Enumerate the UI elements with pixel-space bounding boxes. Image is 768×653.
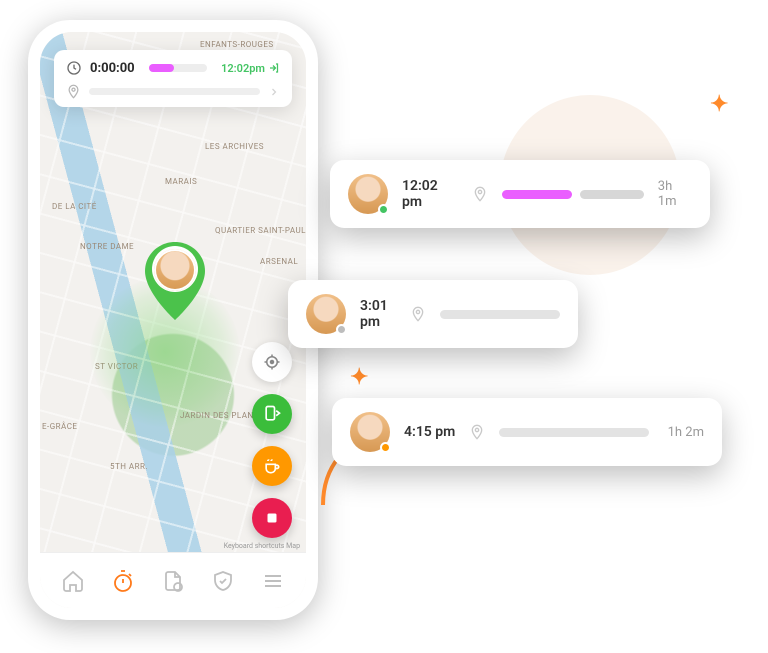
activity-segments (499, 428, 653, 437)
map-label: ARSENAL (260, 257, 298, 266)
map-attribution: Keyboard shortcuts Map (224, 542, 300, 550)
segment (502, 190, 572, 199)
bottom-nav (40, 552, 306, 608)
nav-menu[interactable] (261, 569, 285, 593)
phone-screen: ENFANTS-ROUGES LES ARCHIVES MARAIS QUART… (40, 32, 306, 608)
fab-column (252, 342, 292, 538)
decor-plus-icon: ✦ (350, 365, 368, 390)
segment (499, 428, 649, 437)
clock-in-time: 12:02pm (221, 62, 265, 75)
locate-button[interactable] (252, 342, 292, 382)
activity-segments (502, 190, 644, 199)
location-pin-icon (66, 84, 81, 99)
nav-home[interactable] (61, 569, 85, 593)
location-pin-icon (410, 306, 426, 322)
clock-icon (66, 60, 82, 76)
activity-time: 4:15 pm (404, 424, 455, 440)
activity-time: 3:01 pm (360, 298, 396, 330)
map-label: DE LA CITÉ (52, 202, 97, 211)
enter-icon (268, 62, 280, 74)
location-pin-icon (469, 424, 485, 440)
clock-action-icon (262, 404, 282, 424)
activity-card[interactable]: 4:15 pm 1h 2m (332, 398, 722, 466)
document-icon (161, 569, 185, 593)
activity-time: 12:02 pm (402, 178, 458, 210)
activity-card[interactable]: 12:02 pm 3h 1m (330, 160, 710, 228)
coffee-icon (262, 456, 282, 476)
nav-report[interactable] (161, 569, 185, 593)
location-placeholder (89, 88, 260, 95)
elapsed-time: 0:00:00 (90, 61, 135, 76)
map-label: LES ARCHIVES (205, 142, 264, 151)
menu-icon (261, 569, 285, 593)
map-label: ENFANTS-ROUGES (200, 40, 274, 49)
segment (440, 310, 560, 319)
location-pin-icon (472, 186, 488, 202)
activity-duration: 1h 2m (668, 425, 704, 440)
activity-card[interactable]: 3:01 pm (288, 280, 578, 348)
avatar (154, 249, 196, 291)
stopwatch-icon (111, 569, 135, 593)
shield-check-icon (211, 569, 235, 593)
chevron-right-icon (268, 86, 280, 98)
status-dot (336, 324, 347, 335)
segment (580, 190, 644, 199)
nav-timer[interactable] (111, 569, 135, 593)
stop-icon (263, 509, 281, 527)
map-label: E-GRÂCE (42, 422, 77, 431)
phone-frame: ENFANTS-ROUGES LES ARCHIVES MARAIS QUART… (28, 20, 318, 620)
map-label: MARAIS (165, 177, 197, 186)
map-label: NOTRE DAME (80, 242, 134, 251)
timer-card: 0:00:00 12:02pm (54, 50, 292, 107)
status-dot (380, 442, 391, 453)
activity-duration: 3h 1m (658, 179, 692, 209)
decor-plus-icon: ✦ (710, 92, 728, 117)
nav-shield[interactable] (211, 569, 235, 593)
timer-progress-bar (149, 64, 207, 72)
map-label: 5TH ARR. (110, 462, 148, 471)
status-dot (378, 204, 389, 215)
location-row[interactable] (66, 84, 280, 99)
break-button[interactable] (252, 446, 292, 486)
avatar (348, 174, 388, 214)
home-icon (61, 569, 85, 593)
stage: ENFANTS-ROUGES LES ARCHIVES MARAIS QUART… (0, 0, 768, 653)
map-label: QUARTIER SAINT-PAUL (215, 227, 306, 236)
map-user-pin[interactable] (145, 242, 205, 320)
clock-in-badge[interactable]: 12:02pm (221, 62, 280, 75)
stop-button[interactable] (252, 498, 292, 538)
avatar (306, 294, 346, 334)
activity-segments (440, 310, 560, 319)
avatar (350, 412, 390, 452)
locate-icon (263, 353, 281, 371)
clock-action-button[interactable] (252, 394, 292, 434)
